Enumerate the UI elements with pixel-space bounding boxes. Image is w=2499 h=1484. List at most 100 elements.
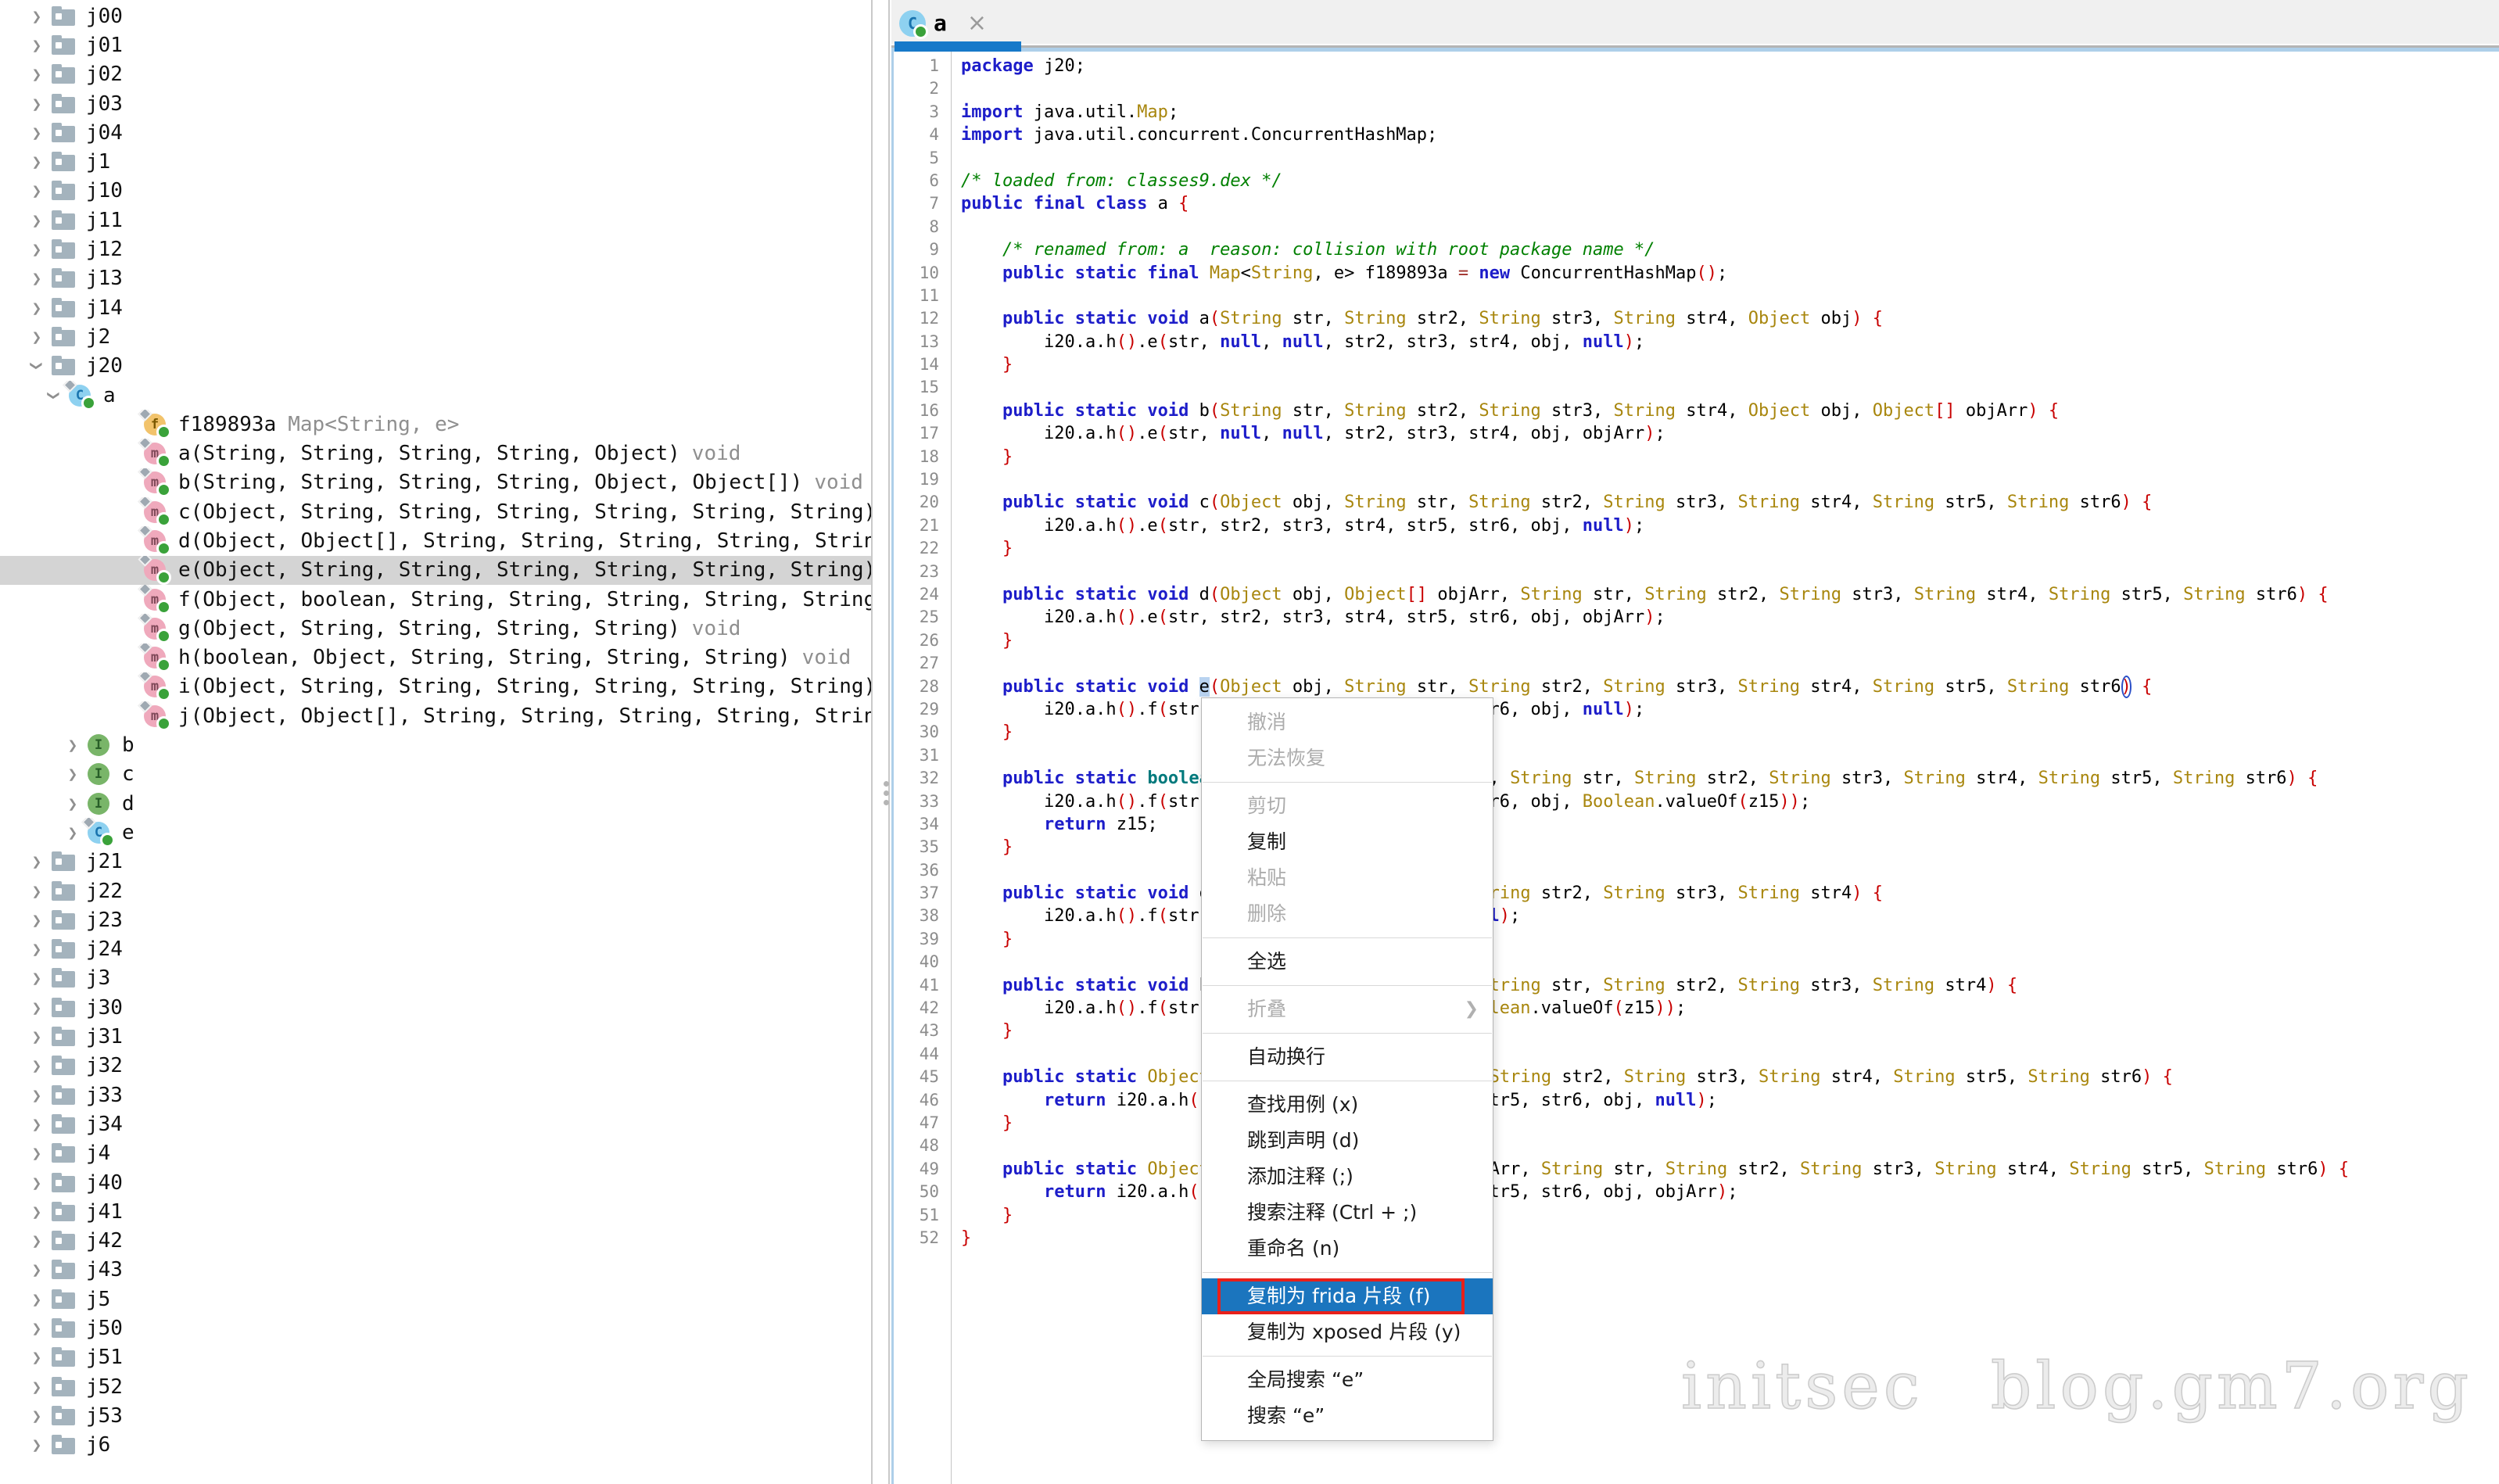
code-line-2[interactable]: 2 — [894, 77, 2499, 100]
code-line-48[interactable]: 48 — [894, 1135, 2499, 1157]
code-line-36[interactable]: 36 — [894, 859, 2499, 882]
code-line-16[interactable]: 16 public static void b(String str, Stri… — [894, 400, 2499, 422]
chevron-right-icon[interactable]: ❯ — [23, 1144, 50, 1163]
tree-item-j22[interactable]: ❯j22 — [0, 876, 871, 905]
tree-item-f[interactable]: mf(Object, boolean, String, String, Stri… — [0, 585, 871, 614]
tree-item-j14[interactable]: ❯j14 — [0, 293, 871, 322]
tree-item-j41[interactable]: ❯j41 — [0, 1197, 871, 1226]
menu-item-search-comments[interactable]: 搜索注释 (Ctrl + ;) — [1202, 1195, 1493, 1231]
tree-item-j5[interactable]: ❯j5 — [0, 1285, 871, 1314]
chevron-right-icon[interactable]: ❯ — [59, 794, 86, 813]
code-line-8[interactable]: 8 — [894, 216, 2499, 238]
chevron-right-icon[interactable]: ❯ — [23, 269, 50, 288]
menu-item-find-usages[interactable]: 查找用例 (x) — [1202, 1087, 1493, 1123]
chevron-right-icon[interactable]: ❯ — [23, 969, 50, 988]
code-line-21[interactable]: 21 i20.a.h().e(str, str2, str3, str4, st… — [894, 514, 2499, 537]
code-line-13[interactable]: 13 i20.a.h().e(str, null, null, str2, st… — [894, 331, 2499, 353]
chevron-right-icon[interactable]: ❯ — [23, 299, 50, 317]
tree-item-g[interactable]: mg(Object, String, String, String, Strin… — [0, 614, 871, 643]
chevron-right-icon[interactable]: ❯ — [23, 1203, 50, 1221]
chevron-right-icon[interactable]: ❯ — [23, 852, 50, 871]
menu-item-select-all[interactable]: 全选 — [1202, 944, 1493, 980]
chevron-right-icon[interactable]: ❯ — [23, 65, 50, 84]
tree-item-a[interactable]: ❯Ca — [0, 381, 871, 410]
chevron-right-icon[interactable]: ❯ — [23, 240, 50, 259]
tree-item-j23[interactable]: ❯j23 — [0, 905, 871, 934]
code-line-41[interactable]: 41 public static void h(boolean z15, Obj… — [894, 974, 2499, 997]
tree-item-j31[interactable]: ❯j31 — [0, 1022, 871, 1051]
chevron-right-icon[interactable]: ❯ — [23, 1174, 50, 1192]
menu-item-add-comment[interactable]: 添加注释 (;) — [1202, 1159, 1493, 1195]
splitter-handle-icon[interactable] — [884, 777, 889, 809]
code-line-26[interactable]: 26 } — [894, 629, 2499, 652]
tree-item-j33[interactable]: ❯j33 — [0, 1081, 871, 1109]
code-line-40[interactable]: 40 — [894, 951, 2499, 973]
chevron-right-icon[interactable]: ❯ — [23, 1056, 50, 1075]
tree-item-j3[interactable]: ❯j3 — [0, 964, 871, 993]
chevron-right-icon[interactable]: ❯ — [23, 911, 50, 930]
code-line-39[interactable]: 39 } — [894, 928, 2499, 951]
close-icon[interactable]: × — [967, 9, 987, 37]
code-line-25[interactable]: 25 i20.a.h().e(str, str2, str3, str4, st… — [894, 606, 2499, 629]
code-line-14[interactable]: 14 } — [894, 353, 2499, 376]
tree-item-j[interactable]: mj(Object, Object[], String, String, Str… — [0, 701, 871, 730]
chevron-right-icon[interactable]: ❯ — [23, 95, 50, 113]
tree-item-d[interactable]: md(Object, Object[], String, String, Str… — [0, 526, 871, 555]
chevron-right-icon[interactable]: ❯ — [23, 1348, 50, 1367]
code-line-19[interactable]: 19 — [894, 468, 2499, 491]
chevron-right-icon[interactable]: ❯ — [23, 211, 50, 230]
code-line-7[interactable]: 7public final class a { — [894, 192, 2499, 215]
tree-item-c[interactable]: mc(Object, String, String, String, Strin… — [0, 497, 871, 526]
tree-item-e[interactable]: me(Object, String, String, String, Strin… — [0, 556, 871, 585]
chevron-right-icon[interactable]: ❯ — [23, 1115, 50, 1134]
tree-item-h[interactable]: mh(boolean, Object, String, String, Stri… — [0, 643, 871, 672]
code-line-43[interactable]: 43 } — [894, 1020, 2499, 1042]
tree-item-j32[interactable]: ❯j32 — [0, 1052, 871, 1081]
splitter[interactable] — [888, 0, 890, 1484]
tree-item-j03[interactable]: ❯j03 — [0, 89, 871, 118]
tree-item-j42[interactable]: ❯j42 — [0, 1226, 871, 1255]
tree-item-j10[interactable]: ❯j10 — [0, 177, 871, 206]
tree-item-f189893a[interactable]: ff189893aMap<String, e> — [0, 410, 871, 439]
code-line-51[interactable]: 51 } — [894, 1204, 2499, 1227]
tree-item-j12[interactable]: ❯j12 — [0, 235, 871, 263]
code-line-11[interactable]: 11 — [894, 285, 2499, 307]
chevron-right-icon[interactable]: ❯ — [23, 1260, 50, 1279]
code-line-17[interactable]: 17 i20.a.h().e(str, null, null, str2, st… — [894, 422, 2499, 445]
tree-item-j13[interactable]: ❯j13 — [0, 264, 871, 293]
menu-item-go-to-declaration[interactable]: 跳到声明 (d) — [1202, 1123, 1493, 1159]
code-line-42[interactable]: 42 i20.a.h().f(str, str2, str3, str4, ob… — [894, 997, 2499, 1020]
code-line-6[interactable]: 6/* loaded from: classes9.dex */ — [894, 170, 2499, 192]
chevron-right-icon[interactable]: ❯ — [23, 152, 50, 171]
chevron-right-icon[interactable]: ❯ — [23, 124, 50, 142]
tree-item-j51[interactable]: ❯j51 — [0, 1343, 871, 1372]
menu-item-global-search[interactable]: 全局搜索 “e” — [1202, 1362, 1493, 1398]
menu-item-copy-as-frida[interactable]: 复制为 frida 片段 (f) — [1202, 1278, 1493, 1314]
code-line-44[interactable]: 44 — [894, 1043, 2499, 1066]
chevron-right-icon[interactable]: ❯ — [23, 998, 50, 1017]
code-line-47[interactable]: 47 } — [894, 1112, 2499, 1135]
code-line-50[interactable]: 50 return i20.a.h().g(str, str2, str3, s… — [894, 1181, 2499, 1203]
tree-item-j40[interactable]: ❯j40 — [0, 1168, 871, 1197]
menu-item-copy-as-xposed[interactable]: 复制为 xposed 片段 (y) — [1202, 1314, 1493, 1350]
code-line-23[interactable]: 23 — [894, 561, 2499, 583]
chevron-right-icon[interactable]: ❯ — [23, 1407, 50, 1425]
menu-item-search[interactable]: 搜索 “e” — [1202, 1398, 1493, 1434]
tree-item-c[interactable]: ❯Ic — [0, 760, 871, 789]
code-line-49[interactable]: 49 public static Object j(Object obj, Ob… — [894, 1158, 2499, 1181]
package-tree[interactable]: ❯j00❯j01❯j02❯j03❯j04❯j1❯j10❯j11❯j12❯j13❯… — [0, 0, 871, 1484]
chevron-right-icon[interactable]: ❯ — [23, 1027, 50, 1046]
chevron-right-icon[interactable]: ❯ — [23, 1086, 50, 1105]
code-line-30[interactable]: 30 } — [894, 721, 2499, 744]
tree-item-b[interactable]: mb(String, String, String, String, Objec… — [0, 468, 871, 497]
code-line-37[interactable]: 37 public static void g(Object obj, Stri… — [894, 882, 2499, 905]
menu-item-copy[interactable]: 复制 — [1202, 824, 1493, 860]
tree-item-j24[interactable]: ❯j24 — [0, 935, 871, 964]
tree-item-j34[interactable]: ❯j34 — [0, 1109, 871, 1138]
code-editor[interactable]: 1package j20;23import java.util.Map;4imp… — [894, 52, 2499, 1484]
chevron-right-icon[interactable]: ❯ — [23, 1436, 50, 1454]
chevron-right-icon[interactable]: ❯ — [23, 1290, 50, 1309]
chevron-right-icon[interactable]: ❯ — [23, 1231, 50, 1250]
chevron-right-icon[interactable]: ❯ — [23, 882, 50, 901]
tree-item-j53[interactable]: ❯j53 — [0, 1401, 871, 1430]
